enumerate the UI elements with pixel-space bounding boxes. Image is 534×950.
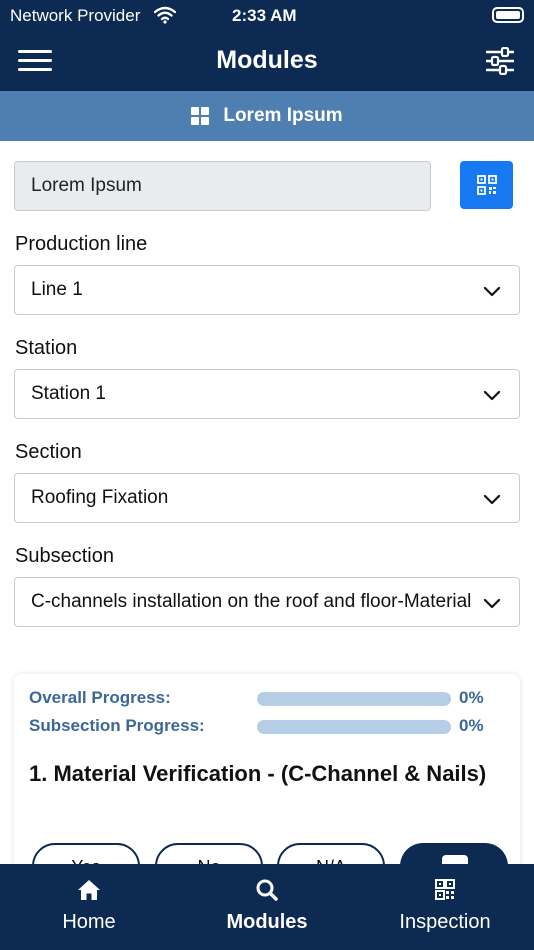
chevron-down-icon <box>483 390 501 401</box>
answer-na-button[interactable]: N/A <box>277 843 385 864</box>
page-title: Modules <box>216 46 318 74</box>
station-value: Station 1 <box>31 383 106 404</box>
overall-progress-label: Overall Progress: <box>29 688 171 707</box>
section-label: Section <box>15 441 82 463</box>
overall-progress-bar <box>257 692 451 706</box>
module-id-input[interactable]: Lorem Ipsum <box>14 161 431 211</box>
qr-code-icon <box>476 175 497 195</box>
overall-progress: Overall Progress: 0% <box>29 688 509 710</box>
subsection-progress: Subsection Progress: 0% <box>29 716 509 738</box>
subsection-progress-bar <box>257 720 451 734</box>
status-bar: Network Provider 2:33 AM <box>0 0 534 32</box>
subsection-select[interactable]: C-channels installation on the roof and … <box>14 577 520 627</box>
filter-sliders-icon[interactable] <box>484 47 516 75</box>
production-line-label: Production line <box>15 233 148 255</box>
answer-yes-button[interactable]: Yes <box>32 843 140 864</box>
qr-code-icon <box>435 879 455 900</box>
search-icon <box>256 879 278 901</box>
nav-home-label: Home <box>62 911 116 933</box>
scan-qr-button[interactable] <box>460 161 513 209</box>
subsection-progress-value: 0% <box>459 716 484 735</box>
bottom-nav: Home Modules Inspection <box>0 864 534 950</box>
grid-icon <box>191 107 210 125</box>
battery-icon <box>492 7 524 23</box>
module-form: Lorem Ipsum Production line Line 1 Stati… <box>0 141 534 864</box>
module-name: Lorem Ipsum <box>223 105 343 126</box>
production-line-value: Line 1 <box>31 279 83 300</box>
carrier-name: Network Provider <box>10 6 141 25</box>
nav-home[interactable]: Home <box>0 864 178 950</box>
subsection-progress-label: Subsection Progress: <box>29 716 205 735</box>
app-header: Modules <box>0 32 534 91</box>
module-subheader: Lorem Ipsum <box>0 91 534 141</box>
progress-card: Overall Progress: 0% Subsection Progress… <box>14 674 520 864</box>
camera-icon <box>442 855 468 864</box>
nav-inspection[interactable]: Inspection <box>356 864 534 950</box>
chevron-down-icon <box>483 494 501 505</box>
status-time: 2:33 AM <box>232 6 297 25</box>
nav-modules-label: Modules <box>226 911 308 933</box>
checklist-title: 1. Material Verification - (C-Channel & … <box>29 761 487 786</box>
nav-modules[interactable]: Modules <box>178 864 356 950</box>
section-select[interactable]: Roofing Fixation <box>14 473 520 523</box>
wifi-icon <box>154 6 176 24</box>
station-select[interactable]: Station 1 <box>14 369 520 419</box>
nav-inspection-label: Inspection <box>399 911 491 933</box>
home-icon <box>78 880 100 900</box>
answer-no-button[interactable]: No <box>155 843 263 864</box>
camera-button[interactable] <box>400 843 508 864</box>
overall-progress-value: 0% <box>459 688 484 707</box>
chevron-down-icon <box>483 286 501 297</box>
production-line-select[interactable]: Line 1 <box>14 265 520 315</box>
subsection-label: Subsection <box>15 545 114 567</box>
section-value: Roofing Fixation <box>31 487 169 508</box>
chevron-down-icon <box>483 598 501 609</box>
subsection-value: C-channels installation on the roof and … <box>31 591 475 612</box>
station-label: Station <box>15 337 78 359</box>
